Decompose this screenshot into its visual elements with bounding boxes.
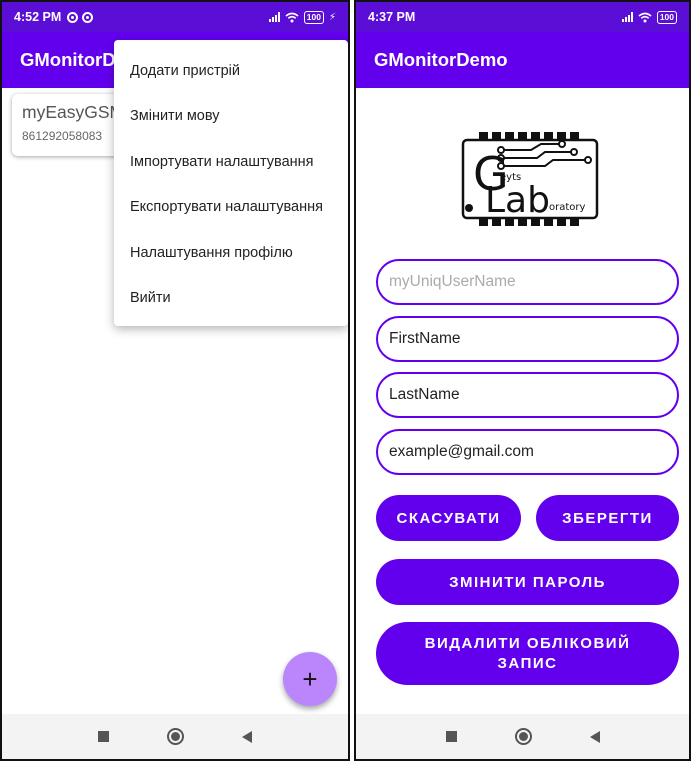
battery-icon: 100: [656, 10, 677, 24]
add-device-fab[interactable]: +: [283, 652, 337, 706]
logo-text-oratory: oratory: [549, 202, 586, 213]
status-indicators: 100: [621, 10, 677, 24]
logo-text-lab: Lab: [485, 180, 550, 221]
nav-back-icon[interactable]: [242, 730, 252, 743]
system-nav-bar: [356, 714, 689, 759]
nav-recents-icon[interactable]: [98, 731, 109, 742]
wifi-icon: [285, 12, 299, 22]
menu-item-change-language[interactable]: Змінити мову: [114, 94, 348, 140]
plus-icon: +: [302, 664, 318, 694]
nav-home-icon[interactable]: [167, 728, 184, 745]
menu-item-logout[interactable]: Вийти: [114, 276, 348, 322]
menu-item-import-settings[interactable]: Імпортувати налаштування: [114, 139, 348, 185]
first-name-input[interactable]: [376, 316, 679, 362]
dnd-icon: [67, 11, 79, 23]
cancel-button[interactable]: СКАСУВАТИ: [376, 495, 521, 541]
status-bar: 4:37 PM 100: [356, 2, 689, 32]
system-nav-bar: [2, 714, 348, 759]
status-bar: 4:52 PM 100 ⚡: [2, 2, 348, 32]
nav-home-icon[interactable]: [514, 728, 532, 745]
signal-icon: [268, 12, 280, 22]
battery-icon: 100: [303, 10, 324, 24]
signal-icon: [621, 12, 633, 22]
change-password-button[interactable]: ЗМІНИТИ ПАРОЛЬ: [376, 559, 679, 605]
app-bar: GMonitorDemo: [356, 32, 689, 88]
phone-screen-profile: 4:37 PM 100 GMonitorDemo G eyts Lab orat…: [354, 0, 691, 761]
nav-recents-icon[interactable]: [445, 731, 457, 742]
geyts-laboratory-logo: G eyts Lab oratory: [461, 132, 599, 226]
wifi-icon: [638, 12, 652, 22]
dnd-icon: [82, 11, 94, 23]
last-name-input[interactable]: [376, 372, 679, 418]
delete-account-button[interactable]: ВИДАЛИТИ ОБЛІКОВИЙ ЗАПИС: [376, 622, 679, 685]
save-button[interactable]: ЗБЕРЕГТИ: [536, 495, 679, 541]
menu-item-profile-settings[interactable]: Налаштування профілю: [114, 230, 348, 276]
menu-item-export-settings[interactable]: Експортувати налаштування: [114, 185, 348, 231]
overflow-menu: Додати пристрій Змінити мову Імпортувати…: [114, 40, 348, 326]
status-indicators: 100 ⚡: [268, 10, 336, 24]
status-time: 4:52 PM: [14, 10, 62, 24]
phone-screen-main: 4:52 PM 100 ⚡ GMonitorDemo myEasyGSM 861…: [0, 0, 350, 761]
app-title: GMonitorDemo: [374, 49, 508, 70]
charging-icon: ⚡: [328, 11, 336, 23]
nav-back-icon[interactable]: [589, 730, 600, 743]
email-input[interactable]: [376, 429, 679, 475]
username-input[interactable]: [376, 259, 679, 305]
status-time: 4:37 PM: [368, 10, 416, 24]
menu-item-add-device[interactable]: Додати пристрій: [114, 48, 348, 94]
